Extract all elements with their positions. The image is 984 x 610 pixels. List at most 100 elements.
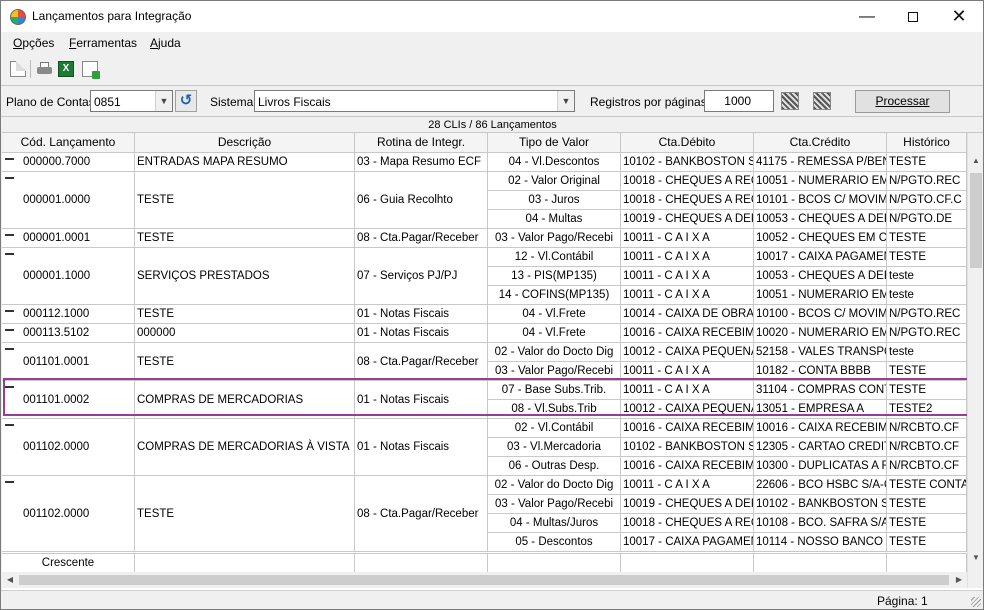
group-rotina[interactable]: 01 - Notas Fiscais: [355, 381, 488, 419]
resize-grip-icon[interactable]: [971, 597, 981, 607]
cta-credito-cell[interactable]: 10051 - NUMERARIO EM TI: [754, 286, 887, 305]
cta-debito-cell[interactable]: 10011 - C A I X A: [621, 286, 754, 305]
cta-credito-cell[interactable]: 10017 - CAIXA PAGAMENT: [754, 248, 887, 267]
group-description[interactable]: COMPRAS DE MERCADORIAS À VISTA: [135, 419, 355, 476]
cta-credito-cell[interactable]: 31104 - COMPRAS CONTR: [754, 381, 887, 400]
group-rotina[interactable]: 08 - Cta.Pagar/Receber: [355, 476, 488, 552]
collapse-icon[interactable]: [5, 329, 14, 331]
plano-select[interactable]: 0851 ▼: [90, 90, 173, 112]
cta-debito-cell[interactable]: 10011 - C A I X A: [621, 381, 754, 400]
cta-credito-cell[interactable]: 41175 - REMESSA P/BENEF: [754, 153, 887, 172]
tipo-valor-cell[interactable]: 04 - Multas: [488, 210, 621, 229]
group-description[interactable]: ENTRADAS MAPA RESUMO: [135, 153, 355, 172]
historico-cell[interactable]: N/RCBTO.CF: [887, 438, 967, 457]
cta-credito-cell[interactable]: 10052 - CHEQUES EM COB: [754, 229, 887, 248]
print-icon[interactable]: [36, 61, 52, 77]
tipo-valor-cell[interactable]: 03 - Valor Pago/Recebi: [488, 362, 621, 381]
group-rotina[interactable]: 01 - Notas Fiscais: [355, 324, 488, 343]
historico-cell[interactable]: N/PGTO.REC: [887, 172, 967, 191]
cta-debito-cell[interactable]: 10011 - C A I X A: [621, 229, 754, 248]
tipo-valor-cell[interactable]: 04 - Multas/Juros: [488, 514, 621, 533]
tipo-valor-cell[interactable]: 08 - Vl.Subs.Trib: [488, 400, 621, 419]
cta-debito-cell[interactable]: 10012 - CAIXA PEQUENA: [621, 343, 754, 362]
cta-credito-cell[interactable]: 10102 - BANKBOSTON S/A: [754, 495, 887, 514]
cta-debito-cell[interactable]: 10018 - CHEQUES A RECEB: [621, 172, 754, 191]
group-code-cell[interactable]: 000112.1000: [2, 305, 135, 324]
cta-credito-cell[interactable]: 10053 - CHEQUES A DEPOS: [754, 210, 887, 229]
vertical-scrollbar[interactable]: ▲ ▼: [967, 133, 983, 588]
cta-debito-cell[interactable]: 10012 - CAIXA PEQUENA: [621, 400, 754, 419]
group-description[interactable]: TESTE: [135, 476, 355, 552]
tipo-valor-cell[interactable]: 03 - Vl.Mercadoria: [488, 438, 621, 457]
processar-button[interactable]: Processar: [855, 90, 950, 113]
group-description[interactable]: 000000: [135, 324, 355, 343]
cta-credito-cell[interactable]: 12305 - CARTAO CREDITO: [754, 438, 887, 457]
tipo-valor-cell[interactable]: 04 - Vl.Frete: [488, 305, 621, 324]
tipo-valor-cell[interactable]: 04 - Vl.Descontos: [488, 153, 621, 172]
group-rotina[interactable]: 01 - Notas Fiscais: [355, 305, 488, 324]
cta-credito-cell[interactable]: 10100 - BCOS C/ MOVIMEN: [754, 305, 887, 324]
cta-credito-cell[interactable]: 52158 - VALES TRANSPORT: [754, 343, 887, 362]
cta-credito-cell[interactable]: 10020 - NUMERARIO EM TR: [754, 324, 887, 343]
group-code-cell[interactable]: 000001.1000: [2, 248, 135, 305]
column-header-col-cta-credito[interactable]: Cta.Crédito: [754, 133, 887, 153]
historico-cell[interactable]: teste: [887, 286, 967, 305]
collapse-icon[interactable]: [5, 158, 14, 160]
group-description[interactable]: TESTE: [135, 229, 355, 248]
cta-debito-cell[interactable]: 10014 - CAIXA DE OBRAS: [621, 305, 754, 324]
tipo-valor-cell[interactable]: 06 - Outras Desp.: [488, 457, 621, 476]
group-description[interactable]: TESTE: [135, 305, 355, 324]
group-code-cell[interactable]: 001102.0000: [2, 476, 135, 552]
tipo-valor-cell[interactable]: 07 - Base Subs.Trib.: [488, 381, 621, 400]
chevron-down-icon[interactable]: ▼: [557, 91, 574, 111]
scroll-thumb[interactable]: [19, 575, 949, 585]
collapse-icon[interactable]: [5, 348, 14, 350]
export-icon[interactable]: [82, 61, 100, 79]
historico-cell[interactable]: TESTE: [887, 248, 967, 267]
tipo-valor-cell[interactable]: 02 - Valor do Docto Dig: [488, 476, 621, 495]
historico-cell[interactable]: teste: [887, 343, 967, 362]
new-document-icon[interactable]: [10, 61, 26, 77]
group-code-cell[interactable]: 001101.0001: [2, 343, 135, 381]
menu-ferramentas[interactable]: Ferramentas: [69, 36, 137, 50]
collapse-icon[interactable]: [5, 177, 14, 179]
sistema-select[interactable]: Livros Fiscais ▼: [254, 90, 575, 112]
cta-debito-cell[interactable]: 10016 - CAIXA RECEBIMEN: [621, 419, 754, 438]
collapse-icon[interactable]: [5, 386, 14, 388]
historico-cell[interactable]: TESTE: [887, 153, 967, 172]
historico-cell[interactable]: N/RCBTO.CF: [887, 419, 967, 438]
tipo-valor-cell[interactable]: 04 - Vl.Frete: [488, 324, 621, 343]
historico-cell[interactable]: TESTE: [887, 362, 967, 381]
historico-cell[interactable]: TESTE2: [887, 400, 967, 419]
column-header-col-codigo[interactable]: Cód. Lançamento: [2, 133, 135, 153]
collapse-icon[interactable]: [5, 253, 14, 255]
tipo-valor-cell[interactable]: 02 - Valor do Docto Dig: [488, 343, 621, 362]
column-header-col-descricao[interactable]: Descrição: [135, 133, 355, 153]
cta-debito-cell[interactable]: 10018 - CHEQUES A RECEB: [621, 514, 754, 533]
historico-cell[interactable]: TESTE: [887, 381, 967, 400]
excel-export-icon[interactable]: X: [58, 61, 74, 77]
tipo-valor-cell[interactable]: 14 - COFINS(MP135): [488, 286, 621, 305]
group-code-cell[interactable]: 000001.0000: [2, 172, 135, 229]
group-code-cell[interactable]: 000000.7000: [2, 153, 135, 172]
group-description[interactable]: TESTE: [135, 172, 355, 229]
cta-credito-cell[interactable]: 10053 - CHEQUES A DEPO: [754, 267, 887, 286]
group-rotina[interactable]: 06 - Guia Recolhto: [355, 172, 488, 229]
cta-credito-cell[interactable]: 13051 - EMPRESA A: [754, 400, 887, 419]
tipo-valor-cell[interactable]: 03 - Valor Pago/Recebi: [488, 229, 621, 248]
menu-opcoes[interactable]: Opções: [13, 36, 54, 50]
group-rotina[interactable]: 07 - Serviços PJ/PJ: [355, 248, 488, 305]
cta-credito-cell[interactable]: 10101 - BCOS C/ MOVIMEN: [754, 191, 887, 210]
cta-debito-cell[interactable]: 10017 - CAIXA PAGAMENT: [621, 533, 754, 552]
historico-cell[interactable]: N/PGTO.CF.C: [887, 191, 967, 210]
cta-debito-cell[interactable]: 10016 - CAIXA RECEBIMEN: [621, 324, 754, 343]
cta-debito-cell[interactable]: 10018 - CHEQUES A RECEB: [621, 191, 754, 210]
tipo-valor-cell[interactable]: 12 - Vl.Contábil: [488, 248, 621, 267]
column-header-col-cta-debito[interactable]: Cta.Débito: [621, 133, 754, 153]
cta-debito-cell[interactable]: 10019 - CHEQUES A DEPOS: [621, 210, 754, 229]
scroll-left-icon[interactable]: ◀: [2, 572, 18, 588]
group-description[interactable]: COMPRAS DE MERCADORIAS: [135, 381, 355, 419]
cta-debito-cell[interactable]: 10011 - C A I X A: [621, 267, 754, 286]
cta-credito-cell[interactable]: 10300 - DUPLICATAS A RE: [754, 457, 887, 476]
historico-cell[interactable]: N/PGTO.REC: [887, 305, 967, 324]
